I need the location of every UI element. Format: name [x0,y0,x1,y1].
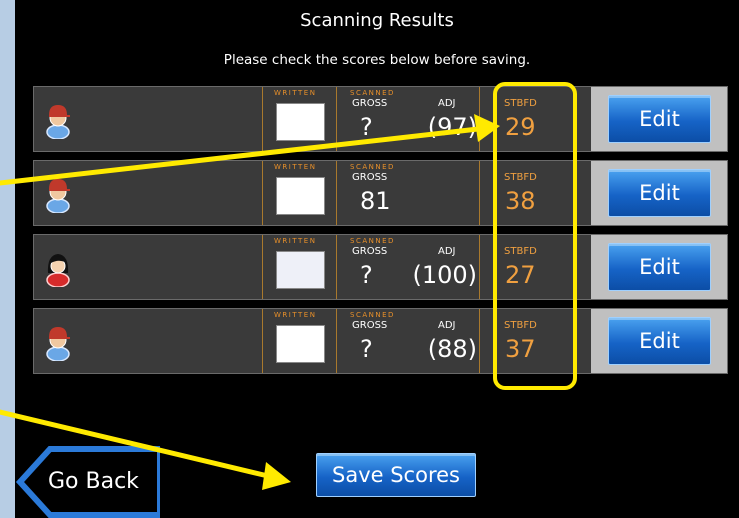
annotation-arrows [0,114,500,490]
